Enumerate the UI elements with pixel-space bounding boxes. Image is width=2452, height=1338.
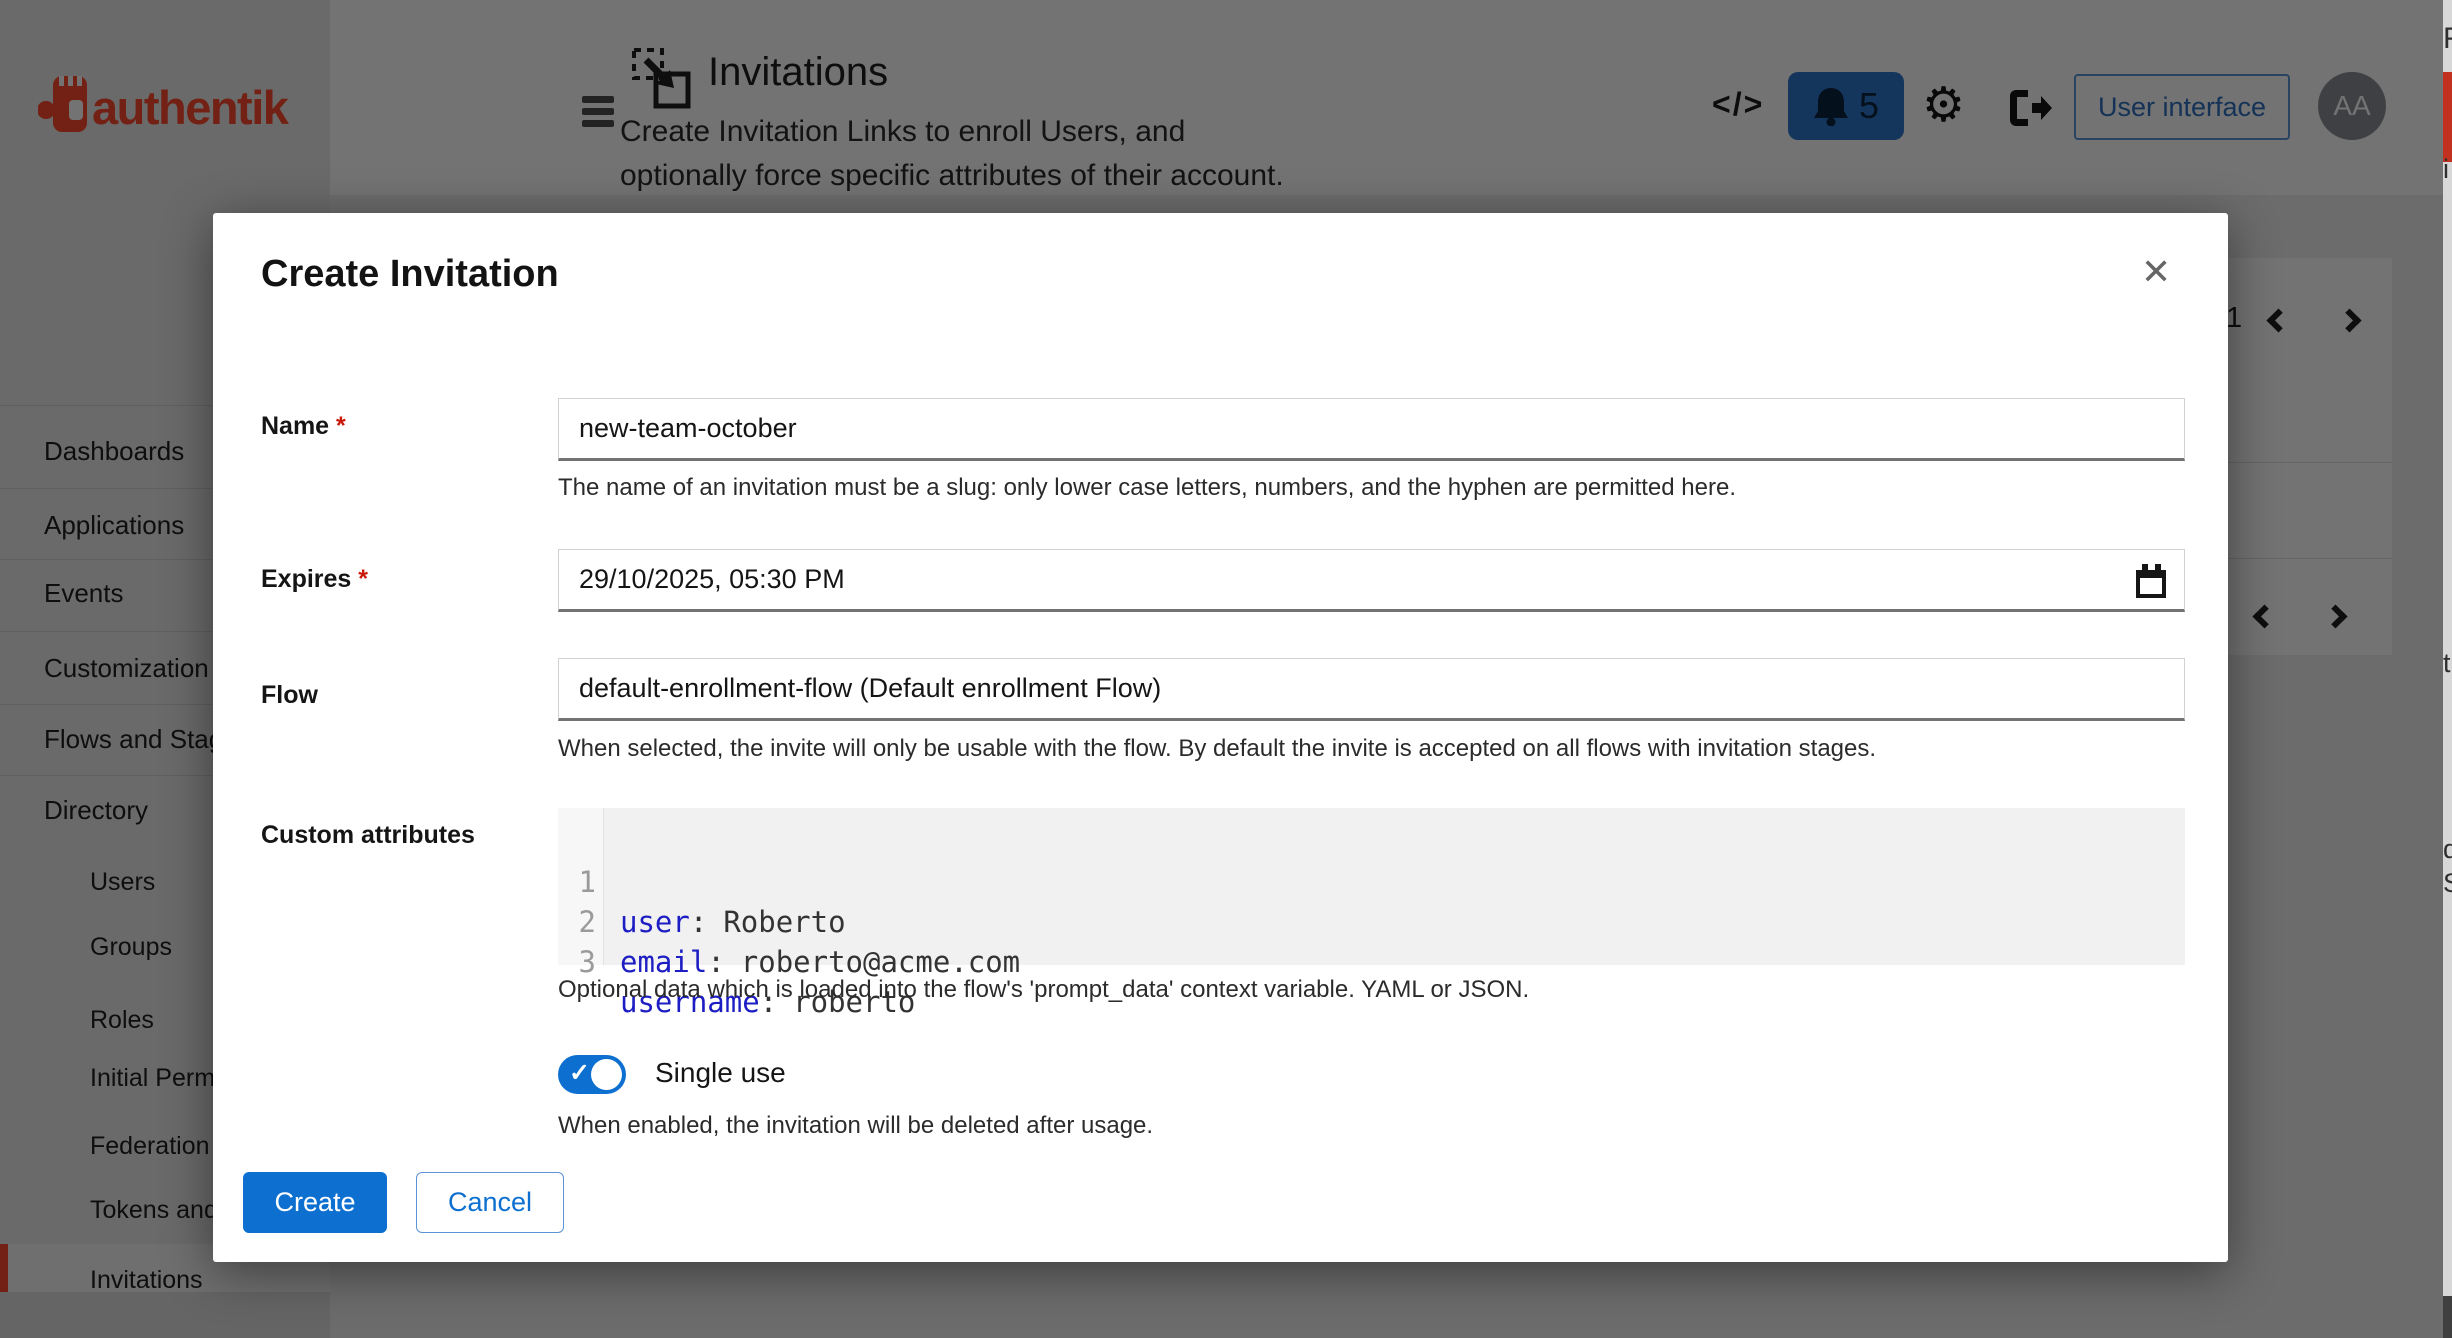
- flow-select-input[interactable]: [559, 659, 2184, 718]
- code-line: 2 emailroberto@acme.com: [558, 862, 2185, 902]
- edge-text-fragment: d: [2443, 834, 2452, 865]
- name-label: Name *: [261, 412, 346, 441]
- edge-text-fragment: F: [2443, 22, 2452, 56]
- edge-text-fragment: t: [2443, 648, 2451, 679]
- edge-red-fragment: [2443, 72, 2452, 162]
- name-help-text: The name of an invitation must be a slug…: [558, 474, 1736, 502]
- custom-attributes-label: Custom attributes: [261, 821, 475, 850]
- single-use-label: Single use: [655, 1057, 786, 1089]
- create-button[interactable]: Create: [243, 1172, 387, 1233]
- expires-input[interactable]: [559, 550, 2184, 609]
- yaml-value: roberto@acme.com: [741, 945, 1020, 979]
- required-asterisk: *: [336, 412, 346, 440]
- single-use-toggle[interactable]: ✓: [558, 1055, 626, 1094]
- create-invitation-modal: Create Invitation ✕ Name * The name of a…: [213, 213, 2228, 1262]
- name-input[interactable]: [559, 399, 2184, 458]
- flow-help-text: When selected, the invite will only be u…: [558, 735, 1876, 763]
- app-root: authentik Invitations Create Invitation …: [0, 0, 2452, 1338]
- close-icon[interactable]: ✕: [2141, 251, 2171, 293]
- code-line: 3 usernameroberto: [558, 902, 2185, 942]
- modal-title: Create Invitation: [261, 253, 559, 296]
- name-field-wrapper: [558, 398, 2185, 461]
- edge-text-fragment: S: [2443, 868, 2452, 899]
- page-edge-sliver: F i t d S: [2443, 0, 2452, 1338]
- expires-field-wrapper: [558, 549, 2185, 612]
- expires-label: Expires *: [261, 565, 368, 594]
- flow-field-wrapper: [558, 658, 2185, 721]
- edge-text-fragment: i: [2443, 154, 2449, 185]
- check-icon: ✓: [569, 1058, 590, 1088]
- required-asterisk: *: [358, 565, 368, 593]
- custom-attributes-help-text: Optional data which is loaded into the f…: [558, 976, 1529, 1004]
- flow-label: Flow: [261, 681, 318, 710]
- yaml-code-editor[interactable]: 1 userRoberto 2 emailroberto@acme.com 3 …: [558, 808, 2185, 965]
- edge-dark-fragment: [2443, 1296, 2452, 1338]
- single-use-help-text: When enabled, the invitation will be del…: [558, 1112, 1153, 1140]
- cancel-button[interactable]: Cancel: [416, 1172, 564, 1233]
- code-line: 1 userRoberto: [558, 822, 2185, 862]
- toggle-knob: [591, 1059, 622, 1090]
